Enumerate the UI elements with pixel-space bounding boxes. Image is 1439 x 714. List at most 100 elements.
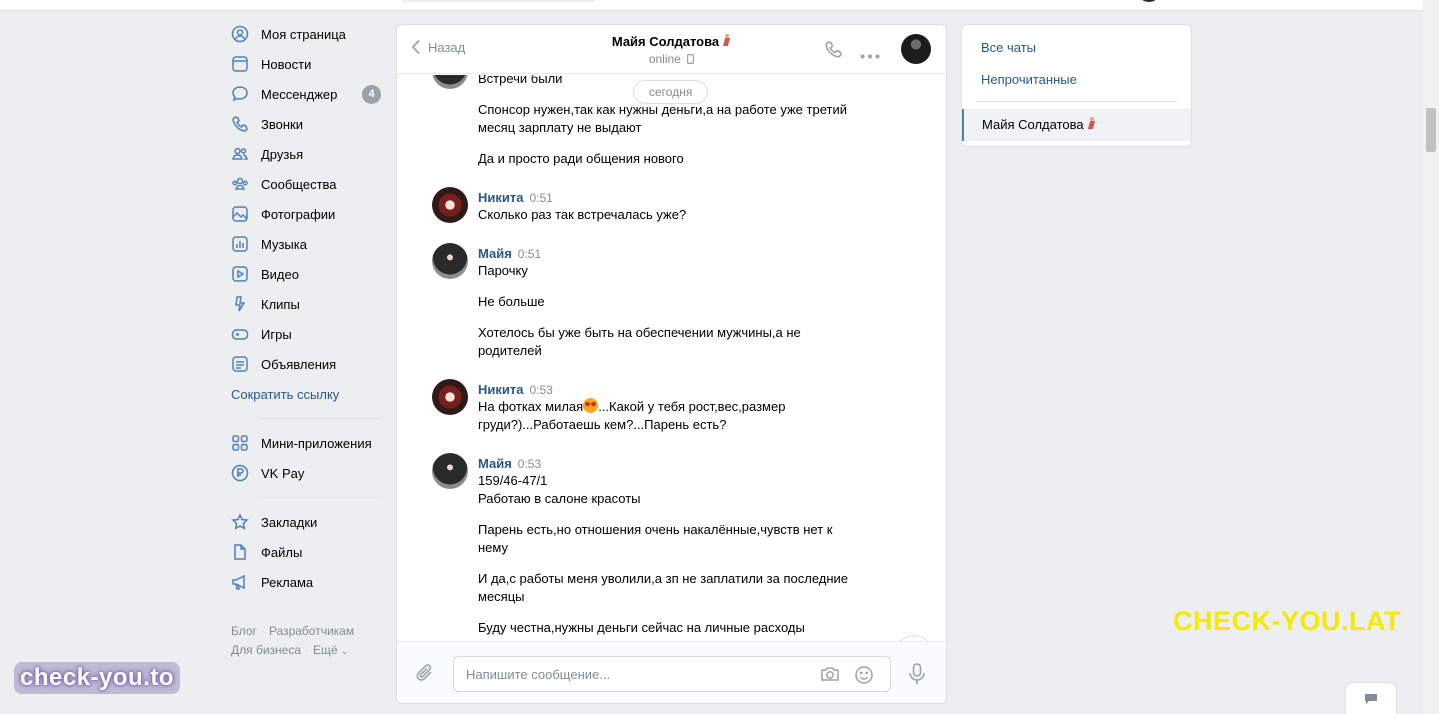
runner-emoji-icon: [722, 34, 731, 47]
nav-item-friends[interactable]: Друзья: [222, 139, 392, 169]
more-actions-button[interactable]: [860, 47, 880, 62]
author-name[interactable]: Майя: [478, 456, 512, 471]
nav-label: Закладки: [261, 514, 318, 530]
call-button[interactable]: [824, 40, 843, 62]
nav-item-mini-apps[interactable]: Мини-приложения: [222, 428, 392, 458]
active-chat-item[interactable]: Майя Солдатова: [962, 109, 1191, 141]
chat-filter-panel: Все чаты Непрочитанные Майя Солдатова: [961, 24, 1192, 147]
avatar[interactable]: [432, 453, 468, 489]
nav-label: Новости: [261, 56, 312, 72]
author-name[interactable]: Никита: [478, 382, 523, 397]
music-icon: [231, 235, 249, 253]
message-text: Парочку: [478, 263, 528, 278]
avatar[interactable]: [432, 187, 468, 223]
nav-item-bookmarks[interactable]: Закладки: [222, 507, 392, 537]
shorten-link[interactable]: Сократить ссылку: [222, 379, 392, 409]
nav-item-classifieds[interactable]: Объявления: [222, 349, 392, 379]
nav-label: Видео: [261, 266, 299, 282]
chat-widget-button[interactable]: [1345, 682, 1397, 714]
nav-item-vkpay[interactable]: VK Pay: [222, 458, 392, 488]
message-text: Буду честна,нужны деньги сейчас на личны…: [478, 620, 805, 635]
emoji-button[interactable]: [854, 665, 874, 688]
video-icon: [231, 265, 249, 283]
nav-item-calls[interactable]: Звонки: [222, 109, 392, 139]
chat-bubble-icon: [1365, 694, 1377, 704]
footer-more-link[interactable]: Ещё: [313, 643, 338, 657]
message-time[interactable]: 0:53: [518, 457, 541, 471]
file-icon: [231, 543, 249, 561]
nav-item-communities[interactable]: Сообщества: [222, 169, 392, 199]
watermark-right: CHECK-YOU.LAT: [1173, 606, 1401, 636]
nav-divider: [261, 418, 379, 419]
vkpay-icon: [231, 464, 249, 482]
author-name[interactable]: Майя: [478, 246, 512, 261]
footer-developers-link[interactable]: Разработчикам: [269, 624, 354, 638]
author-name[interactable]: Никита: [478, 190, 523, 205]
footer-blog-link[interactable]: Блог: [231, 624, 257, 638]
nav-item-photos[interactable]: Фотографии: [222, 199, 392, 229]
nav-label: Сообщества: [261, 176, 337, 192]
message-text: Работаю в салоне красоты: [478, 491, 641, 506]
nav-label: Игры: [261, 326, 292, 342]
camera-button[interactable]: [820, 665, 840, 686]
nav-label: Музыка: [261, 236, 307, 252]
nav-label: Фотографии: [261, 206, 336, 222]
nav-item-news[interactable]: Новости: [222, 49, 392, 79]
paperclip-icon: [416, 664, 432, 681]
message-author: Никита 0:51: [478, 190, 553, 205]
active-chat-name: Майя Солдатова: [982, 117, 1084, 132]
page-scrollbar[interactable]: [1423, 0, 1439, 714]
gamepad-icon: [231, 325, 249, 343]
nav-label: Файлы: [261, 544, 303, 560]
message-time[interactable]: 0:51: [529, 191, 552, 205]
nav-label: Моя страница: [261, 26, 346, 42]
filter-unread[interactable]: Непрочитанные: [981, 72, 1077, 87]
footer-business-link[interactable]: Для бизнеса: [231, 643, 301, 657]
message-text-part: На фотках милая: [478, 399, 584, 414]
message-history[interactable]: Встречи были сегодня Спонсор нужен,так к…: [397, 75, 946, 641]
message-time[interactable]: 0:51: [518, 247, 541, 261]
footer-links: Блог · Разработчикам Для бизнеса · Ещё ⌄: [231, 622, 391, 661]
nav-item-games[interactable]: Игры: [222, 319, 392, 349]
nav-label: Клипы: [261, 296, 300, 312]
search-bar-edge[interactable]: [402, 0, 595, 2]
message-text: Спонсор нужен,так как нужны деньги,а на …: [478, 102, 847, 135]
message-time[interactable]: 0:53: [529, 383, 552, 397]
message-text: Да и просто ради общения нового: [478, 151, 684, 166]
voice-message-button[interactable]: [908, 663, 926, 688]
nav-item-video[interactable]: Видео: [222, 259, 392, 289]
message-text: Парень есть,но отношения очень накалённы…: [478, 522, 833, 555]
message-input-box[interactable]: [453, 656, 891, 692]
nav-item-files[interactable]: Файлы: [222, 537, 392, 567]
header-avatar[interactable]: [1137, 0, 1161, 2]
nav-label: Мессенджер: [261, 86, 338, 102]
nav-item-my-page[interactable]: Моя страница: [222, 19, 392, 49]
message-text: 159/46-47/1: [478, 473, 548, 488]
page-scrollbar-thumb[interactable]: [1426, 108, 1436, 152]
nav-item-messenger[interactable]: Мессенджер 4: [222, 79, 392, 109]
watermark-left: check-you.to: [14, 662, 181, 694]
message-text: И да,с работы меня уволили,а зп не запла…: [478, 571, 849, 604]
peer-name: Майя Солдатова: [611, 34, 720, 49]
panel-divider: [976, 101, 1177, 102]
peer-avatar[interactable]: [901, 34, 931, 64]
attach-button[interactable]: [415, 662, 435, 687]
clips-icon: [231, 295, 249, 313]
phone-icon: [825, 41, 842, 58]
message-author: Никита 0:53: [478, 382, 553, 397]
avatar[interactable]: [432, 243, 468, 279]
smile-icon: [855, 666, 873, 684]
message-input[interactable]: [466, 665, 806, 683]
avatar[interactable]: [432, 379, 468, 415]
more-dots-icon: [860, 54, 880, 59]
filter-all-chats[interactable]: Все чаты: [981, 40, 1036, 55]
microphone-icon: [909, 663, 925, 684]
nav-divider: [261, 497, 379, 498]
nav-item-ads[interactable]: Реклама: [222, 567, 392, 597]
phone-icon: [231, 115, 249, 133]
message-author: Майя 0:51: [478, 246, 541, 261]
nav-item-clips[interactable]: Клипы: [222, 289, 392, 319]
nav-item-music[interactable]: Музыка: [222, 229, 392, 259]
avatar[interactable]: [432, 75, 468, 89]
message-text: Не больше: [478, 294, 545, 309]
